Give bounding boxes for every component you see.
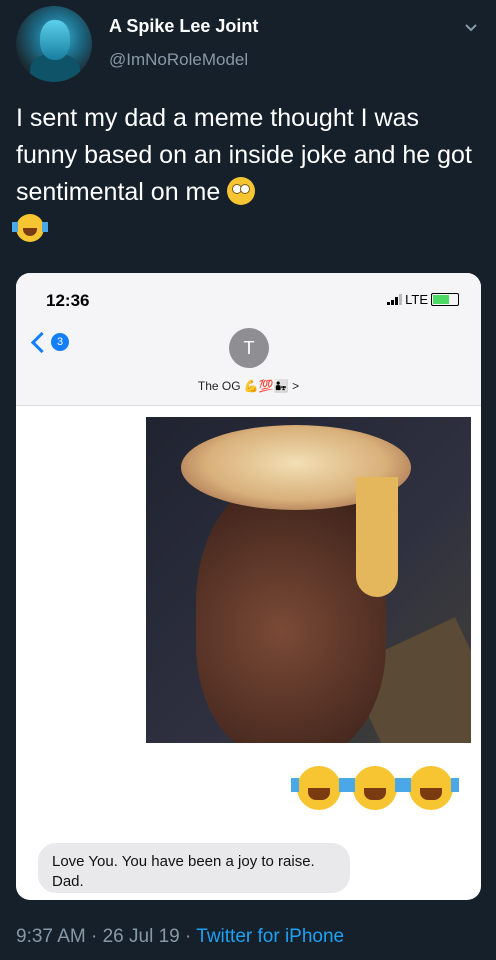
user-handle[interactable]: @ImNoRoleModel xyxy=(109,50,248,70)
messages-header: 12:36 LTE 3 T The OG 💪💯👨‍👧 > xyxy=(16,273,481,406)
message-line-2: Dad. xyxy=(52,873,84,890)
attached-screenshot[interactable]: 12:36 LTE 3 T The OG 💪💯👨‍👧 > Love You. Y… xyxy=(16,273,481,900)
back-button: 3 xyxy=(30,331,69,353)
battery-icon xyxy=(431,293,459,306)
rolling-eyes-emoji-icon xyxy=(227,177,256,205)
separator: · xyxy=(179,926,197,947)
tweet-source-link[interactable]: Twitter for iPhone xyxy=(196,926,344,947)
contact-name: The OG 💪💯👨‍👧 > xyxy=(197,379,300,393)
tears-of-joy-emoji-icon xyxy=(291,766,347,810)
tweet-text: I sent my dad a meme thought I was funny… xyxy=(12,100,486,248)
separator: · xyxy=(85,926,103,947)
status-time: 12:36 xyxy=(46,291,90,310)
message-line-1: Love You. You have been a joy to raise. xyxy=(52,853,315,870)
user-avatar[interactable] xyxy=(16,6,92,82)
contact-avatar: T xyxy=(229,328,269,368)
message-bubble: Love You. You have been a joy to raise. … xyxy=(38,843,350,893)
tears-of-joy-emoji-icon xyxy=(12,214,48,242)
reaction-emojis xyxy=(291,766,459,810)
avatar-face xyxy=(40,20,70,60)
chevron-down-icon[interactable] xyxy=(464,20,478,34)
display-name[interactable]: A Spike Lee Joint xyxy=(109,16,258,37)
meme-drip xyxy=(356,477,398,597)
status-bar: LTE xyxy=(387,292,459,307)
tweet-time[interactable]: 9:37 AM xyxy=(16,926,86,947)
tears-of-joy-emoji-icon xyxy=(347,766,403,810)
back-chevron-icon xyxy=(30,331,53,353)
unread-badge: 3 xyxy=(51,333,69,351)
carrier-label: LTE xyxy=(405,292,428,307)
tweet-date[interactable]: 26 Jul 19 xyxy=(103,926,180,947)
tears-of-joy-emoji-icon xyxy=(403,766,459,810)
tweet-meta: 9:37 AM · 26 Jul 19 · Twitter for iPhone xyxy=(16,926,344,948)
signal-icon xyxy=(387,294,403,305)
meme-image xyxy=(146,417,471,743)
